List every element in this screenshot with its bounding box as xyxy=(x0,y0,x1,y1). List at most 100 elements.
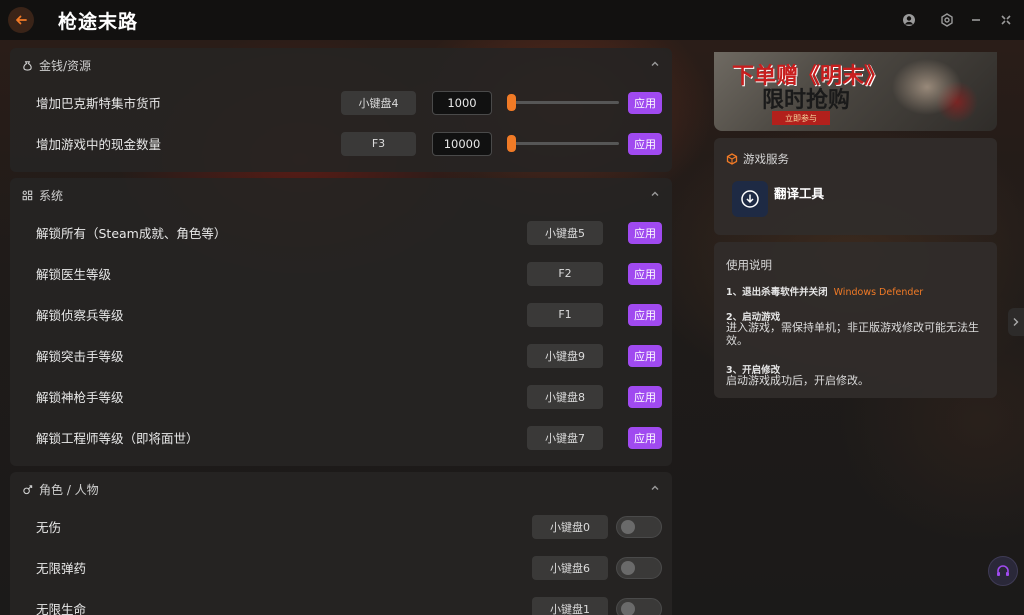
cheat-label: 解锁工程师等级（即将面世） xyxy=(36,431,199,446)
apply-button[interactable]: 应用 xyxy=(628,91,662,114)
apply-button[interactable]: 应用 xyxy=(628,262,662,285)
slider-handle[interactable] xyxy=(507,94,516,111)
cheat-row: 无限弹药 小键盘6 xyxy=(10,547,672,588)
section-header[interactable]: 系统 xyxy=(10,178,672,212)
hotkey-box[interactable]: 小键盘6 xyxy=(532,555,608,580)
toggle-knob xyxy=(621,560,635,575)
value-input[interactable]: 1000 xyxy=(432,90,492,115)
game-service-title: 游戏服务 xyxy=(726,151,789,167)
app-title: 枪途末路 xyxy=(58,11,139,33)
grid-icon xyxy=(20,188,34,202)
cheat-list: 金钱/资源 增加巴克斯特集市货币 小键盘4 1000 应用 增加游戏中的现金数量… xyxy=(10,48,672,615)
value-input[interactable]: 10000 xyxy=(432,131,492,156)
value-slider[interactable] xyxy=(507,94,619,111)
game-service-label: 游戏服务 xyxy=(743,152,789,166)
instructions-title: 使用说明 xyxy=(726,258,772,272)
translate-tool-button[interactable] xyxy=(732,181,768,217)
section-title: 角色 / 人物 xyxy=(39,482,99,497)
hotkey-box[interactable]: 小键盘1 xyxy=(532,596,608,615)
cheat-label: 解锁医生等级 xyxy=(36,267,112,282)
minimize-button[interactable] xyxy=(966,10,986,30)
section-header[interactable]: 角色 / 人物 xyxy=(10,472,672,506)
apply-button[interactable]: 应用 xyxy=(628,132,662,155)
title-bar: 枪途末路 xyxy=(0,0,1024,40)
cheat-row: 解锁所有（Steam成就、角色等） 小键盘5 应用 xyxy=(10,212,672,253)
cheat-label: 解锁突击手等级 xyxy=(36,349,124,364)
instruction-step-1: 1、退出杀毒软件并关闭 Windows Defender xyxy=(726,284,923,298)
step-2-description: 进入游戏，需保持单机；非正版游戏修改可能无法生效。 xyxy=(726,321,979,347)
section-character: 角色 / 人物 无伤 小键盘0 无限弹药 小键盘6 无限生命 小键盘1 xyxy=(10,472,672,615)
apply-button[interactable]: 应用 xyxy=(628,426,662,449)
settings-button[interactable] xyxy=(937,10,957,30)
cheat-label: 无限弹药 xyxy=(36,561,87,576)
hotkey-box[interactable]: 小键盘5 xyxy=(527,220,603,245)
apply-button[interactable]: 应用 xyxy=(628,385,662,408)
minimize-icon xyxy=(972,19,980,21)
apply-button[interactable]: 应用 xyxy=(628,221,662,244)
toggle-switch[interactable] xyxy=(616,597,662,615)
side-expand-button[interactable] xyxy=(1008,308,1024,336)
cheat-row: 增加游戏中的现金数量 F3 10000 应用 xyxy=(10,123,672,164)
headset-icon xyxy=(997,565,1009,576)
cheat-label: 无伤 xyxy=(36,520,62,535)
hotkey-box[interactable]: F3 xyxy=(341,131,416,156)
section-money: 金钱/资源 增加巴克斯特集市货币 小键盘4 1000 应用 增加游戏中的现金数量… xyxy=(10,48,672,172)
chevron-up-icon[interactable] xyxy=(650,59,660,69)
section-title: 金钱/资源 xyxy=(39,58,92,73)
hotkey-box[interactable]: F2 xyxy=(527,261,603,286)
account-button[interactable] xyxy=(899,10,919,30)
close-button[interactable] xyxy=(996,10,1016,30)
download-icon xyxy=(741,190,759,208)
cheat-label: 增加巴克斯特集市货币 xyxy=(36,96,162,111)
section-title: 系统 xyxy=(39,188,64,203)
cheat-label: 无限生命 xyxy=(36,602,87,615)
cheat-label: 解锁所有（Steam成就、角色等） xyxy=(36,226,227,241)
chevron-up-icon[interactable] xyxy=(650,483,660,493)
translate-tool-label[interactable]: 翻译工具 xyxy=(774,183,824,202)
hotkey-box[interactable]: 小键盘4 xyxy=(341,90,416,115)
support-button[interactable] xyxy=(988,556,1018,586)
cheat-row: 无伤 小键盘0 xyxy=(10,506,672,547)
slider-handle[interactable] xyxy=(507,135,516,152)
money-bag-icon xyxy=(20,58,34,72)
step-3-description: 启动游戏成功后，开启修改。 xyxy=(726,374,869,387)
apply-button[interactable]: 应用 xyxy=(628,344,662,367)
apply-button[interactable]: 应用 xyxy=(628,303,662,326)
instructions-card: 使用说明 1、退出杀毒软件并关闭 Windows Defender 2、启动游戏 … xyxy=(714,242,997,398)
cheat-label: 解锁侦察兵等级 xyxy=(36,308,124,323)
hotkey-box[interactable]: 小键盘9 xyxy=(527,343,603,368)
toggle-switch[interactable] xyxy=(616,556,662,579)
hotkey-box[interactable]: F1 xyxy=(527,302,603,327)
user-icon xyxy=(903,14,915,26)
section-system: 系统 解锁所有（Steam成就、角色等） 小键盘5 应用 解锁医生等级 F2 应… xyxy=(10,178,672,466)
person-icon xyxy=(20,482,34,496)
section-header[interactable]: 金钱/资源 xyxy=(10,48,672,82)
toggle-switch[interactable] xyxy=(616,515,662,538)
banner-subheadline: 限时抢购 xyxy=(762,87,851,113)
cheat-row: 解锁工程师等级（即将面世） 小键盘7 应用 xyxy=(10,417,672,458)
toggle-knob xyxy=(621,519,635,534)
hotkey-box[interactable]: 小键盘8 xyxy=(527,384,603,409)
defender-link: Windows Defender xyxy=(833,287,924,298)
arrow-left-icon xyxy=(16,15,27,25)
banner-cta-button[interactable]: 立即参与 xyxy=(772,111,830,125)
cheat-label: 解锁神枪手等级 xyxy=(36,390,124,405)
toggle-knob xyxy=(621,601,635,615)
value-slider[interactable] xyxy=(507,135,619,152)
cheat-row: 解锁神枪手等级 小键盘8 应用 xyxy=(10,376,672,417)
cheat-row: 解锁侦察兵等级 F1 应用 xyxy=(10,294,672,335)
collapse-icon xyxy=(1001,15,1011,25)
cheat-label: 增加游戏中的现金数量 xyxy=(36,137,162,152)
cheat-row: 解锁医生等级 F2 应用 xyxy=(10,253,672,294)
hotkey-box[interactable]: 小键盘0 xyxy=(532,514,608,539)
cheat-row: 解锁突击手等级 小键盘9 应用 xyxy=(10,335,672,376)
game-service-card: 游戏服务 翻译工具 xyxy=(714,138,997,235)
gear-icon xyxy=(941,13,953,27)
back-button[interactable] xyxy=(8,7,34,33)
hotkey-box[interactable]: 小键盘7 xyxy=(527,425,603,450)
cheat-row: 增加巴克斯特集市货币 小键盘4 1000 应用 xyxy=(10,82,672,123)
box-icon xyxy=(726,153,738,165)
cheat-row: 无限生命 小键盘1 xyxy=(10,588,672,615)
promo-banner[interactable]: 下单赠《明末》 限时抢购 立即参与 xyxy=(714,52,997,131)
chevron-up-icon[interactable] xyxy=(650,189,660,199)
